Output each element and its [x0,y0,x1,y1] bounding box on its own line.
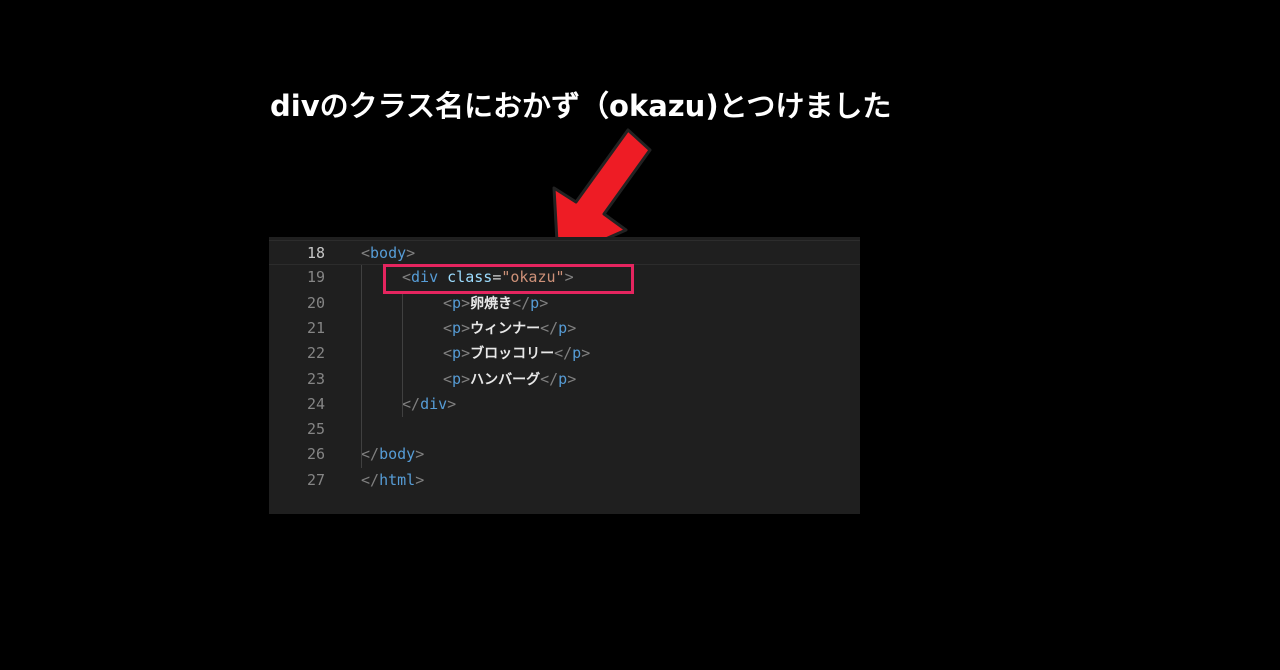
code-token: p [452,318,462,337]
highlight-box [383,264,634,294]
code-token: html [379,470,416,489]
code-token: > [447,394,457,413]
code-token: > [539,293,549,312]
line-number: 26 [306,445,325,464]
indent-guide [402,290,403,418]
line-number: 22 [306,344,325,363]
code-line[interactable]: 20 <p>卵焼き</p> [269,291,860,316]
code-token: > [567,369,577,388]
code-token: </ [540,369,559,388]
code-token: </ [402,394,421,413]
line-number: 25 [306,420,325,439]
code-token: < [443,344,453,363]
code-text: <body> [361,241,415,266]
line-number: 27 [306,470,325,489]
code-token: </ [554,344,573,363]
code-token: p [572,344,582,363]
code-token: > [581,344,591,363]
code-text: </body> [361,442,424,467]
code-text: </div> [402,392,456,417]
code-line[interactable]: 23 <p>ハンバーグ</p> [269,367,860,392]
code-token: > [461,293,471,312]
code-token: ブロッコリー [470,346,555,363]
code-token: > [415,445,425,464]
code-line[interactable]: 24 </div> [269,392,860,417]
line-number: 19 [306,268,325,287]
code-text: </html> [361,468,424,493]
line-number: 20 [306,293,325,312]
code-token: p [530,293,540,312]
indent-guide [361,265,362,468]
code-token: > [461,369,471,388]
line-number: 21 [306,318,325,337]
code-token: < [443,369,453,388]
code-token: 卵焼き [470,295,513,312]
code-text: <p>ハンバーグ</p> [443,367,576,393]
code-token: > [461,344,471,363]
code-line[interactable]: 27 </html> [269,468,860,493]
code-token: p [452,293,462,312]
code-line[interactable]: 26 </body> [269,442,860,467]
code-token: p [558,318,568,337]
code-token: div [420,394,448,413]
code-text: <p>ウィンナー</p> [443,316,576,342]
code-token: ウィンナー [470,320,541,337]
code-text: <p>卵焼き</p> [443,291,548,317]
code-token: p [452,369,462,388]
code-token: > [406,244,416,262]
code-token: > [567,318,577,337]
code-token: </ [512,293,531,312]
code-token: > [415,470,425,489]
code-token: > [461,318,471,337]
code-token: </ [361,470,380,489]
code-text: <p>ブロッコリー</p> [443,341,590,367]
line-number: 18 [306,244,325,262]
code-token: p [452,344,462,363]
caption-title: divのクラス名におかず（okazu)とつけました [270,89,892,123]
code-token: body [379,445,416,464]
code-token: </ [540,318,559,337]
line-number: 24 [306,394,325,413]
code-line[interactable]: 22 <p>ブロッコリー</p> [269,341,860,366]
code-token: < [443,318,453,337]
code-token: </ [361,445,380,464]
code-line[interactable]: 18 <body> [269,240,860,265]
code-token: p [558,369,568,388]
code-line[interactable]: 25 [269,417,860,442]
code-token: body [370,244,407,262]
code-token: < [361,244,371,262]
line-number: 23 [306,369,325,388]
code-token: < [443,293,453,312]
code-line[interactable]: 21 <p>ウィンナー</p> [269,316,860,341]
code-token: ハンバーグ [470,371,541,388]
